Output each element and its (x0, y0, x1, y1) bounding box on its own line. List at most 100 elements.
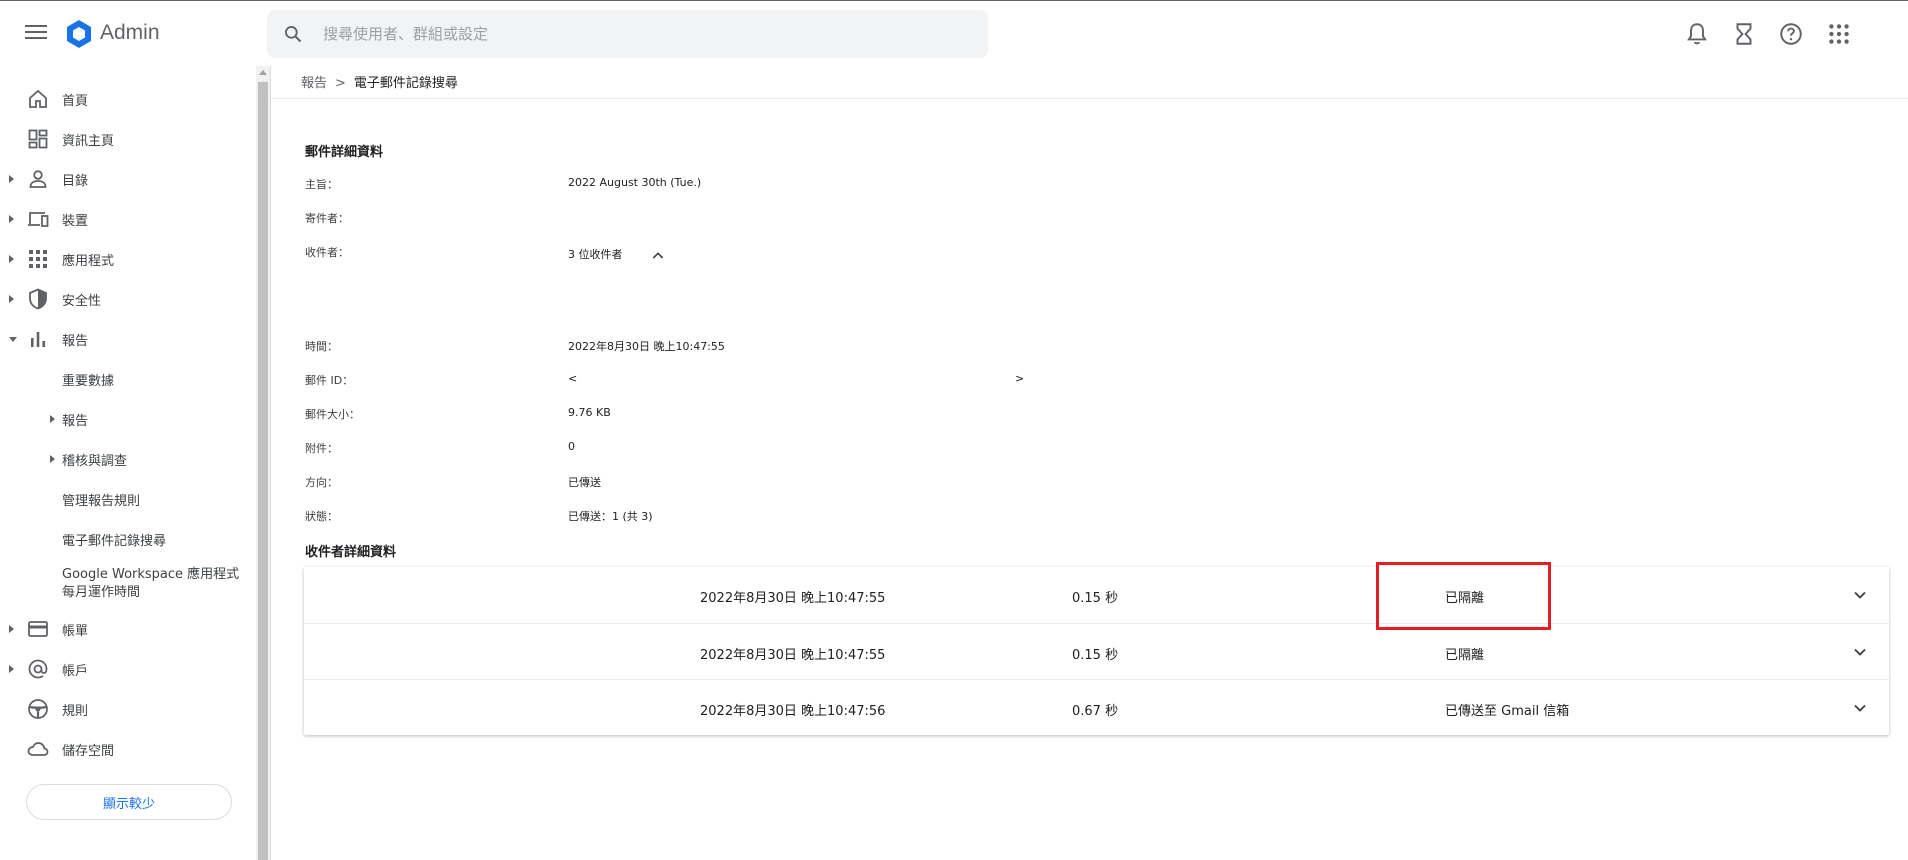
workspace-uptime-line1: Google Workspace 應用程式 (62, 567, 240, 582)
workspace-uptime-line2: 每月運作時間 (62, 585, 141, 600)
message-size-label: 郵件大小： (305, 408, 360, 421)
time-label: 時間： (305, 340, 338, 353)
devices-icon (28, 212, 49, 227)
sidebar-subitem-audit[interactable]: 稽核與調查 (0, 439, 256, 479)
table-row[interactable]: 2022年8月30日 晚上10:47:55 0.15 秒 已隔離 (304, 623, 1889, 679)
attachments-value: 0 (568, 440, 575, 453)
search-input[interactable] (323, 22, 963, 46)
sidebar-item-devices[interactable]: 裝置 (0, 199, 256, 239)
admin-hexagon-logo[interactable] (64, 19, 94, 49)
recipient-details-card: 2022年8月30日 晚上10:47:55 0.15 秒 已隔離 2022年8月… (304, 567, 1889, 735)
breadcrumb: 報告 > 電子郵件記錄搜尋 (301, 72, 458, 91)
cloud-icon (27, 742, 49, 756)
expand-caret-icon[interactable] (9, 215, 14, 223)
expand-caret-icon[interactable] (50, 455, 55, 463)
sidebar-item-label: 帳單 (62, 623, 89, 639)
recipient-latency: 0.67 秒 (1072, 704, 1119, 719)
direction-label: 方向： (305, 476, 338, 489)
direction-value: 已傳送 (568, 476, 601, 489)
sidebar: 首頁 資訊主頁 目錄 裝置 應用程式 安全性 報告 重要數據 報告 稽核與調查 … (0, 66, 256, 860)
at-sign-icon (28, 659, 48, 679)
apps-icon (29, 250, 47, 268)
collapse-caret-icon[interactable] (9, 336, 17, 342)
sidebar-subitem-label: 重要數據 (62, 374, 115, 389)
sidebar-item-label: 儲存空間 (62, 743, 115, 759)
sidebar-item-home[interactable]: 首頁 (0, 79, 256, 119)
sidebar-item-reports[interactable]: 報告 (0, 319, 256, 359)
expand-caret-icon[interactable] (9, 625, 14, 633)
expand-caret-icon[interactable] (9, 295, 14, 303)
hamburger-menu-icon[interactable] (22, 21, 50, 45)
highlight-annotation-box (1376, 562, 1551, 630)
sidebar-item-label: 安全性 (62, 293, 102, 309)
sidebar-item-label: 裝置 (62, 213, 89, 229)
expand-caret-icon[interactable] (9, 255, 14, 263)
status-value: 已傳送：1 (共 3) (568, 510, 653, 523)
attachments-label: 附件： (305, 442, 338, 455)
hourglass-icon[interactable] (1731, 21, 1757, 47)
mail-details-title: 郵件詳細資料 (305, 145, 384, 160)
recipients-label: 收件者： (305, 246, 349, 259)
sidebar-item-rules[interactable]: 規則 (0, 689, 256, 729)
apps-grid-icon[interactable] (1826, 21, 1852, 47)
recipient-latency: 0.15 秒 (1072, 648, 1119, 663)
expand-caret-icon[interactable] (50, 415, 55, 423)
sidebar-subitem-label: 報告 (62, 414, 89, 429)
message-id-open: < (568, 372, 578, 385)
recipient-time: 2022年8月30日 晚上10:47:55 (700, 591, 886, 606)
subject-value: 2022 August 30th (Tue.) (568, 176, 702, 189)
sidebar-item-label: 目錄 (62, 173, 89, 189)
sidebar-subitem-label: 稽核與調查 (62, 454, 128, 469)
recipient-latency: 0.15 秒 (1072, 591, 1119, 606)
sidebar-subitem-email-log-search[interactable]: 電子郵件記錄搜尋 (0, 519, 256, 559)
sidebar-subitem-reports[interactable]: 報告 (0, 399, 256, 439)
sidebar-subitem-key-metrics[interactable]: 重要數據 (0, 359, 256, 399)
brand-title[interactable]: Admin (100, 21, 160, 45)
expand-caret-icon[interactable] (9, 665, 14, 673)
sidebar-item-security[interactable]: 安全性 (0, 279, 256, 319)
message-size-value: 9.76 KB (568, 406, 611, 419)
sidebar-item-storage[interactable]: 儲存空間 (0, 729, 256, 769)
breadcrumb-separator: > (335, 76, 346, 91)
table-row[interactable]: 2022年8月30日 晚上10:47:55 0.15 秒 已隔離 (304, 567, 1889, 623)
time-value: 2022年8月30日 晚上10:47:55 (568, 340, 725, 353)
bell-icon[interactable] (1684, 21, 1710, 47)
sidebar-subitem-workspace-uptime[interactable]: Google Workspace 應用程式 每月運作時間 (62, 566, 252, 602)
message-id-label: 郵件 ID： (305, 374, 354, 387)
recipient-status: 已傳送至 Gmail 信箱 (1445, 704, 1570, 719)
credit-card-icon (28, 621, 48, 637)
sidebar-item-apps[interactable]: 應用程式 (0, 239, 256, 279)
chevron-up-icon[interactable] (650, 248, 666, 264)
recipient-time: 2022年8月30日 晚上10:47:56 (700, 704, 886, 719)
sidebar-scrollbar-thumb[interactable] (258, 82, 268, 860)
recipient-time: 2022年8月30日 晚上10:47:55 (700, 648, 886, 663)
breadcrumb-current: 電子郵件記錄搜尋 (353, 76, 458, 91)
expand-caret-icon[interactable] (9, 175, 14, 183)
chevron-down-icon[interactable] (1850, 642, 1870, 662)
recipient-details-title: 收件者詳細資料 (305, 545, 397, 560)
sidebar-item-directory[interactable]: 目錄 (0, 159, 256, 199)
sidebar-item-label: 應用程式 (62, 253, 115, 269)
scroll-up-arrow-icon[interactable] (259, 70, 267, 75)
sidebar-subitem-label: 管理報告規則 (62, 494, 141, 509)
search-bar[interactable] (267, 10, 988, 58)
table-row[interactable]: 2022年8月30日 晚上10:47:56 0.67 秒 已傳送至 Gmail … (304, 679, 1889, 735)
home-icon (29, 89, 47, 108)
sidebar-subitem-label: 電子郵件記錄搜尋 (62, 534, 167, 549)
rules-wheel-icon (28, 699, 48, 719)
sidebar-item-billing[interactable]: 帳單 (0, 609, 256, 649)
sidebar-item-account[interactable]: 帳戶 (0, 649, 256, 689)
sidebar-divider (270, 66, 271, 860)
chevron-down-icon[interactable] (1850, 698, 1870, 718)
dashboard-icon (28, 129, 48, 149)
search-icon (285, 26, 302, 43)
show-less-button[interactable]: 顯示較少 (26, 784, 232, 820)
sidebar-item-dashboard[interactable]: 資訊主頁 (0, 119, 256, 159)
subject-label: 主旨： (305, 178, 338, 191)
help-icon[interactable] (1778, 21, 1804, 47)
status-label: 狀態： (305, 510, 338, 523)
sidebar-subitem-report-rules[interactable]: 管理報告規則 (0, 479, 256, 519)
recipients-count[interactable]: 3 位收件者 (568, 246, 623, 262)
chevron-down-icon[interactable] (1850, 585, 1870, 605)
breadcrumb-parent-link[interactable]: 報告 (301, 76, 327, 91)
